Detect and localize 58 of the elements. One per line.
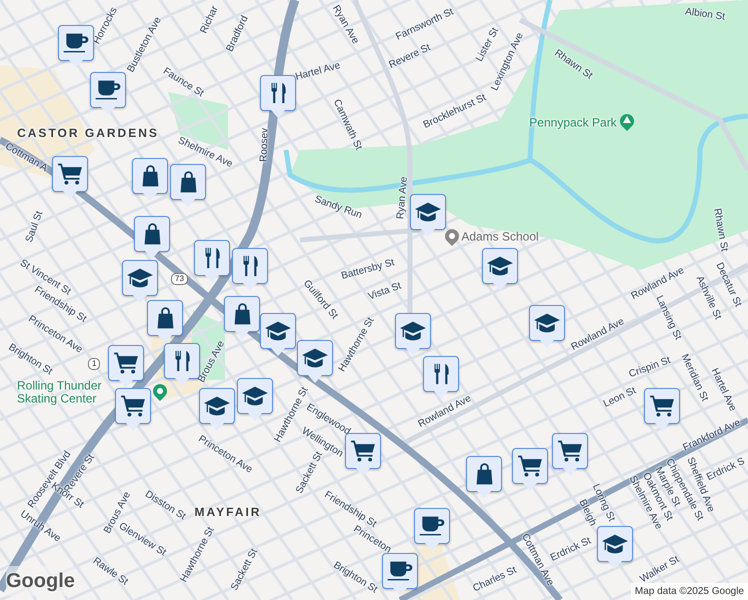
coffee-cup-icon <box>95 80 121 100</box>
graduation-cap-icon <box>400 321 426 341</box>
shopping-cart-icon <box>121 395 145 417</box>
shopping-cart-icon <box>351 440 375 462</box>
street-label: Roosev <box>259 128 271 162</box>
street-label: Sandy Run <box>313 194 363 222</box>
shopping-bag-icon <box>234 303 250 325</box>
area-label: CASTOR GARDENS <box>17 127 159 139</box>
coffee-cup-icon <box>419 516 445 536</box>
place-label: Rolling Thunder Skating Center <box>17 379 102 405</box>
place-label: Pennypack Park <box>529 116 617 130</box>
street-label: Vista St <box>367 281 403 303</box>
street-label: Albion St <box>684 7 726 23</box>
street-label: Saul St <box>24 210 46 244</box>
coffee-cup-icon <box>387 561 413 581</box>
shopping-cart-icon <box>114 352 138 374</box>
street-label: Battersby St <box>340 258 396 282</box>
graduation-cap-icon <box>127 268 153 288</box>
street-label: Hartel Ave <box>708 367 738 413</box>
street-label: Leon St <box>602 386 638 410</box>
shopping-cart-icon <box>58 163 82 185</box>
fork-knife-icon <box>204 247 220 269</box>
graduation-cap-icon <box>204 396 230 416</box>
coffee-cup-icon <box>63 33 89 53</box>
shopping-cart-icon <box>518 455 542 477</box>
tree-icon <box>619 113 635 131</box>
street-label: Crispin St <box>628 356 672 380</box>
graduation-cap-icon <box>602 534 628 554</box>
graduation-cap-icon <box>242 386 268 406</box>
shopping-bag-icon <box>180 171 196 193</box>
street-label: Richar <box>199 4 221 36</box>
attribution-text: Map data ©2025 Google <box>630 583 748 600</box>
street-label: Lister St <box>474 26 502 64</box>
shopping-bag-icon <box>156 307 174 329</box>
graduation-cap-icon <box>487 256 513 276</box>
shopping-bag-icon <box>144 223 160 245</box>
graduation-cap-icon <box>415 202 441 222</box>
fork-knife-icon <box>174 350 190 372</box>
graduation-cap-icon <box>302 348 328 368</box>
place-pin-icon <box>152 383 168 401</box>
fork-knife-icon <box>242 255 258 277</box>
area-label: MAYFAIR <box>194 506 262 518</box>
route-shield: 73 <box>171 273 188 285</box>
shopping-cart-icon <box>558 440 582 462</box>
place-label: Adams School <box>461 230 539 244</box>
street-label: Hartel Ave <box>294 61 342 83</box>
graduation-cap-icon <box>534 313 560 333</box>
street-label: Rhawn St <box>711 208 729 252</box>
street-label: Ryan Ave <box>396 176 410 220</box>
fork-knife-icon <box>270 82 286 104</box>
shopping-bag-icon <box>476 463 492 485</box>
shopping-cart-icon <box>650 395 674 417</box>
fork-knife-icon <box>434 363 448 385</box>
place-pin-icon <box>444 228 460 246</box>
graduation-cap-icon <box>265 321 291 341</box>
route-shield: 1 <box>88 358 100 370</box>
logo: Google <box>6 566 75 596</box>
shopping-bag-icon <box>142 165 158 187</box>
